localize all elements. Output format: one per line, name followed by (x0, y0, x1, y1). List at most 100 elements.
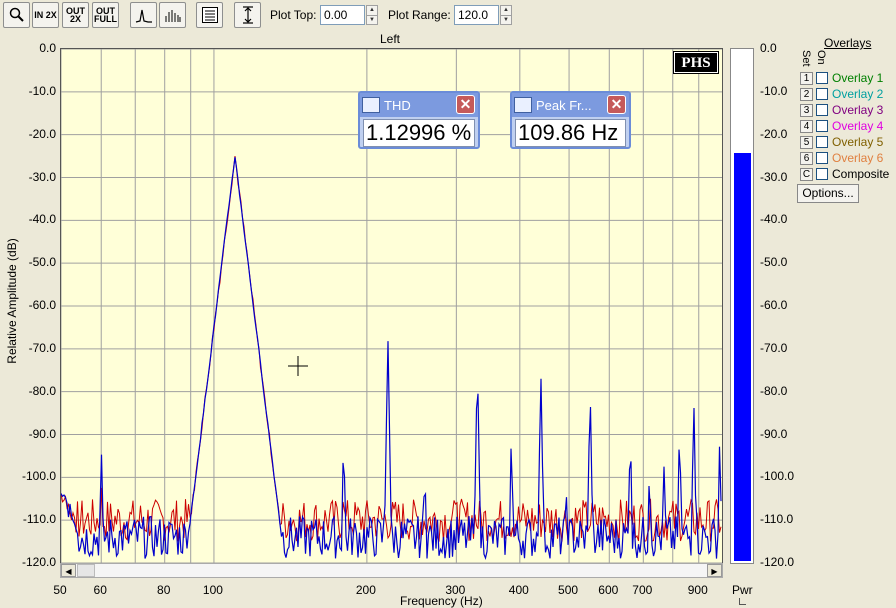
magnifier-icon[interactable] (3, 2, 30, 28)
power-meter (730, 48, 754, 564)
overlay-label: Overlay 1 (832, 71, 884, 85)
overlay-on-checkbox[interactable] (816, 136, 828, 148)
y-tick-label: -80.0 (28, 383, 56, 398)
close-icon[interactable]: ✕ (456, 95, 475, 114)
peak-frequency-title: Peak Fr... (536, 97, 592, 113)
overlay-set-button[interactable]: 1 (800, 71, 813, 85)
display-options-icon[interactable] (196, 2, 223, 28)
waveform-icon (514, 97, 532, 113)
peak-frequency-readout-window[interactable]: Peak Fr... ✕ 109.86 Hz (510, 91, 631, 149)
zoom-out-full-icon[interactable]: OUT FULL (92, 2, 119, 28)
overlay-label: Overlay 3 (832, 103, 884, 117)
peak-frequency-value: 109.86 Hz (515, 119, 626, 147)
overlay-row: 4 Overlay 4 (800, 118, 883, 134)
waveform-icon (362, 97, 380, 113)
overlay-on-checkbox[interactable] (816, 88, 828, 100)
on-header: On (815, 50, 827, 65)
meter-tick-label: -30.0 (760, 169, 788, 184)
plot-top-spinner[interactable]: ▲ ▼ (366, 5, 378, 25)
overlay-on-checkbox[interactable] (816, 168, 828, 180)
overlay-row: 2 Overlay 2 (800, 86, 883, 102)
overlays-title[interactable]: Overlays (824, 36, 871, 50)
thd-title: THD (384, 97, 411, 113)
autoscale-icon[interactable] (234, 2, 261, 28)
x-tick-label: 500 (558, 583, 579, 597)
horizontal-scrollbar[interactable]: ◀ ▶ (60, 563, 723, 578)
thd-value: 1.12996 % (363, 119, 475, 147)
overlay-row: C Composite (800, 166, 889, 182)
overlay-set-button[interactable]: 3 (800, 103, 813, 117)
thd-readout-window[interactable]: THD ✕ 1.12996 % (358, 91, 480, 149)
zoom-out-2x-icon[interactable]: OUT 2X (62, 2, 89, 28)
plot-range-spinner[interactable]: ▲ ▼ (500, 5, 512, 25)
y-tick-label: -40.0 (28, 212, 56, 227)
overlay-row: 6 Overlay 6 (800, 150, 883, 166)
meter-resize-icon[interactable] (739, 598, 746, 605)
meter-tick-label: -90.0 (760, 426, 788, 441)
overlay-set-button[interactable]: 5 (800, 135, 813, 149)
peak-frequency-titlebar[interactable]: Peak Fr... ✕ (512, 93, 629, 117)
plot-top-input[interactable] (320, 5, 365, 25)
plot-range-input[interactable] (454, 5, 499, 25)
meter-tick-label: 0.0 (760, 41, 777, 55)
phs-logo: PHS (673, 51, 719, 74)
overlay-label: Overlay 4 (832, 119, 884, 133)
x-tick-label: 200 (355, 583, 376, 597)
overlay-row: 1 Overlay 1 (800, 70, 883, 86)
meter-tick-label: -110.0 (760, 512, 794, 527)
overlay-set-button[interactable]: C (800, 167, 813, 181)
overlay-set-button[interactable]: 4 (800, 119, 813, 133)
series-blue-line (61, 157, 722, 561)
line-spectrum-icon[interactable] (130, 2, 157, 28)
plot-range-label: Plot Range: (388, 8, 451, 22)
x-tick-label: 80 (157, 583, 171, 597)
power-meter-fill (734, 153, 751, 561)
overlay-row: 3 Overlay 3 (800, 102, 883, 118)
power-label: Pwr (732, 583, 753, 597)
x-axis-label: Frequency (Hz) (400, 594, 483, 608)
overlay-label: Overlay 2 (832, 87, 884, 101)
overlay-set-button[interactable]: 2 (800, 87, 813, 101)
x-tick-label: 100 (202, 583, 223, 597)
thd-titlebar[interactable]: THD ✕ (360, 93, 478, 117)
meter-tick-label: -20.0 (760, 126, 788, 141)
plot-top-label: Plot Top: (270, 8, 317, 22)
meter-tick-label: -70.0 (760, 340, 788, 355)
x-tick-label: 50 (53, 583, 67, 597)
y-tick-label: -90.0 (28, 426, 56, 441)
x-tick-label: 400 (508, 583, 529, 597)
x-tick-label: 600 (598, 583, 619, 597)
toolbar: IN 2X OUT 2X OUT FULL Plot Top: ▲▼ Plot … (0, 0, 896, 31)
bar-spectrum-icon[interactable] (159, 2, 186, 28)
close-icon[interactable]: ✕ (607, 95, 626, 114)
scroll-right-icon[interactable]: ▶ (707, 564, 722, 577)
overlay-label: Overlay 5 (832, 135, 884, 149)
crosshair-cursor-icon (288, 356, 308, 376)
overlay-row: 5 Overlay 5 (800, 134, 883, 150)
overlay-on-checkbox[interactable] (816, 72, 828, 84)
y-tick-label: -120.0 (21, 555, 56, 569)
y-tick-label: 0.0 (39, 41, 56, 55)
y-tick-label: -10.0 (28, 83, 56, 98)
meter-tick-label: -40.0 (760, 212, 788, 227)
options-button[interactable]: Options... (797, 184, 859, 203)
x-tick-label: 900 (687, 583, 708, 597)
y-tick-label: -30.0 (28, 169, 56, 184)
x-tick-label: 60 (93, 583, 107, 597)
meter-tick-label: -100.0 (760, 469, 795, 484)
overlay-on-checkbox[interactable] (816, 104, 828, 116)
overlay-on-checkbox[interactable] (816, 120, 828, 132)
meter-tick-label: -120.0 (760, 555, 795, 569)
meter-tick-label: -50.0 (760, 255, 788, 270)
scroll-left-icon[interactable]: ◀ (61, 564, 76, 577)
set-header: Set (800, 50, 812, 67)
x-tick-label: 700 (632, 583, 653, 597)
overlay-on-checkbox[interactable] (816, 152, 828, 164)
overlay-set-button[interactable]: 6 (800, 151, 813, 165)
meter-tick-label: -60.0 (760, 298, 788, 312)
y-tick-label: -100.0 (21, 469, 56, 484)
meter-tick-label: -10.0 (760, 83, 788, 98)
overlay-label: Overlay 6 (832, 151, 884, 165)
zoom-in-2x-icon[interactable]: IN 2X (32, 2, 59, 28)
scroll-thumb[interactable] (77, 564, 95, 577)
